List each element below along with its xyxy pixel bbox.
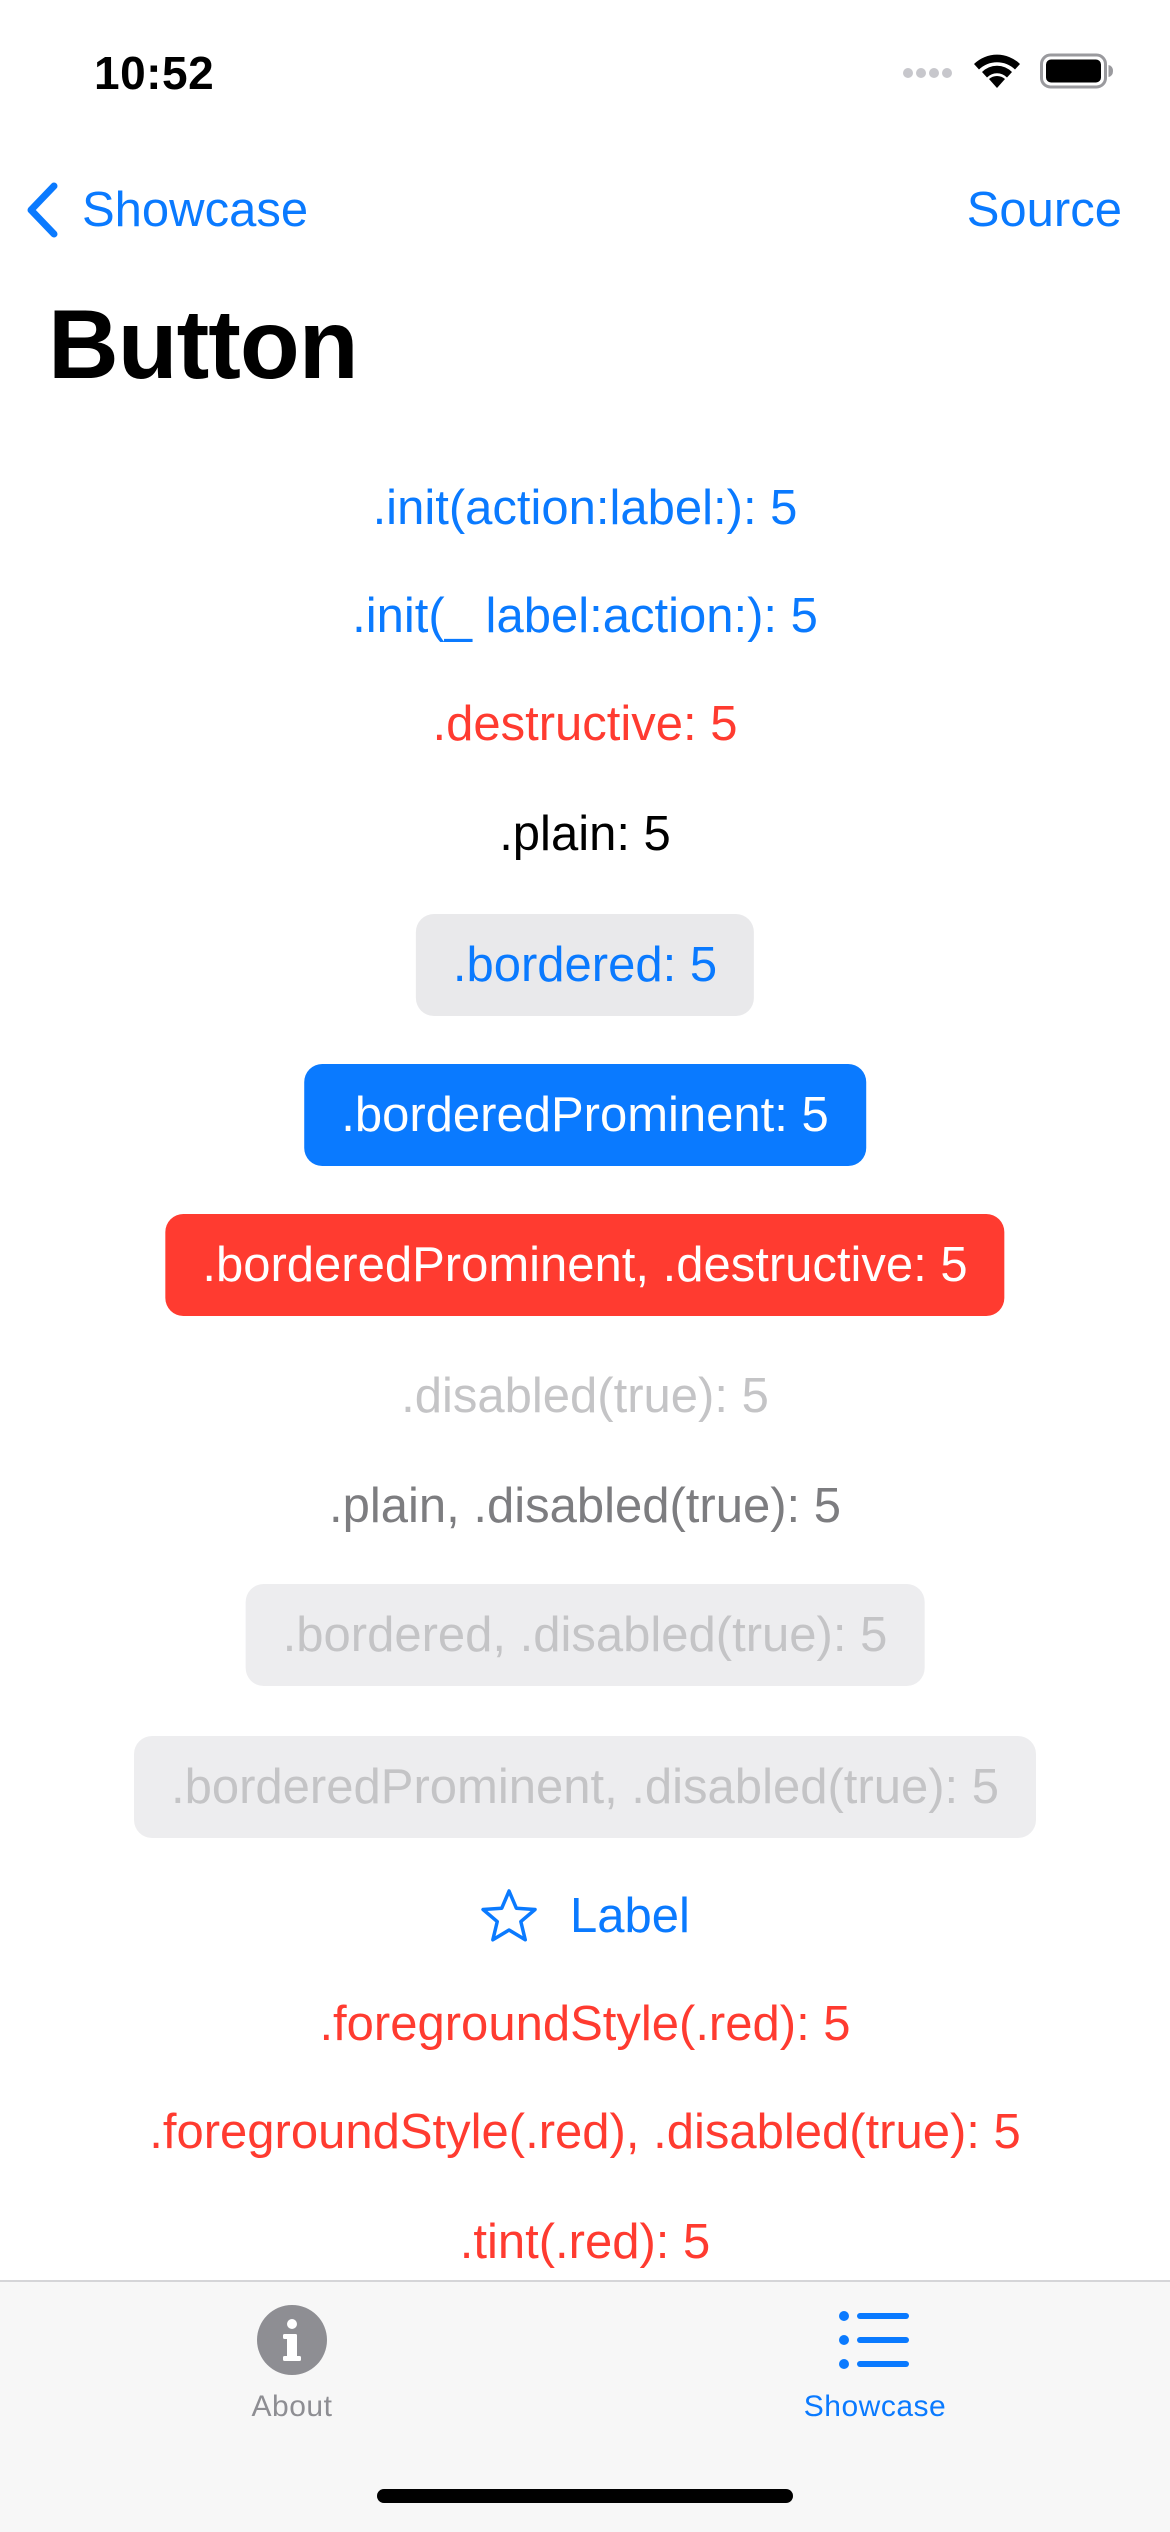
info-circle-icon [257,2305,327,2375]
list-icon [839,2311,909,2369]
star-icon [481,1889,537,1942]
foreground-style-red-button[interactable]: .foregroundStyle(.red): 5 [319,2000,850,2049]
bordered-prominent-destructive-button[interactable]: .borderedProminent, .destructive: 5 [165,1214,1005,1316]
back-button-label: Showcase [82,183,309,237]
bordered-button[interactable]: .bordered: 5 [415,914,755,1016]
init-label-action-button[interactable]: .init(_ label:action:): 5 [352,592,818,641]
cellular-signal-icon [903,68,952,78]
tab-about-label: About [251,2390,333,2423]
back-button[interactable]: Showcase [24,170,308,250]
page-title: Button [48,289,359,399]
navigation-bar: Showcase Source [0,160,1170,260]
label-button[interactable]: Label [480,1888,690,1944]
tint-red-button[interactable]: .tint(.red): 5 [460,2218,711,2267]
tab-about[interactable]: About [162,2304,422,2434]
init-action-label-button[interactable]: .init(action:label:): 5 [373,484,798,533]
plain-disabled-button: .plain, .disabled(true): 5 [328,1479,842,1533]
bordered-prominent-disabled-button: .borderedProminent, .disabled(true): 5 [134,1736,1036,1838]
source-button[interactable]: Source [967,170,1122,250]
tab-showcase[interactable]: Showcase [745,2304,1005,2434]
plain-button[interactable]: .plain: 5 [499,810,671,859]
bordered-disabled-button: .bordered, .disabled(true): 5 [245,1584,925,1686]
battery-icon [1040,53,1113,89]
status-icons [902,52,1114,90]
tab-showcase-label: Showcase [803,2390,947,2423]
label-button-text: Label [570,1888,690,1943]
chevron-left-icon [27,182,58,238]
status-time: 10:52 [94,47,215,99]
status-bar: 10:52 [0,0,1170,140]
wifi-icon [974,54,1020,88]
bordered-prominent-button[interactable]: .borderedProminent: 5 [304,1064,866,1166]
destructive-button[interactable]: .destructive: 5 [432,700,737,749]
home-indicator [377,2489,793,2503]
foreground-style-red-disabled-button: .foregroundStyle(.red), .disabled(true):… [149,2105,1021,2159]
disabled-button: .disabled(true): 5 [401,1369,769,1423]
